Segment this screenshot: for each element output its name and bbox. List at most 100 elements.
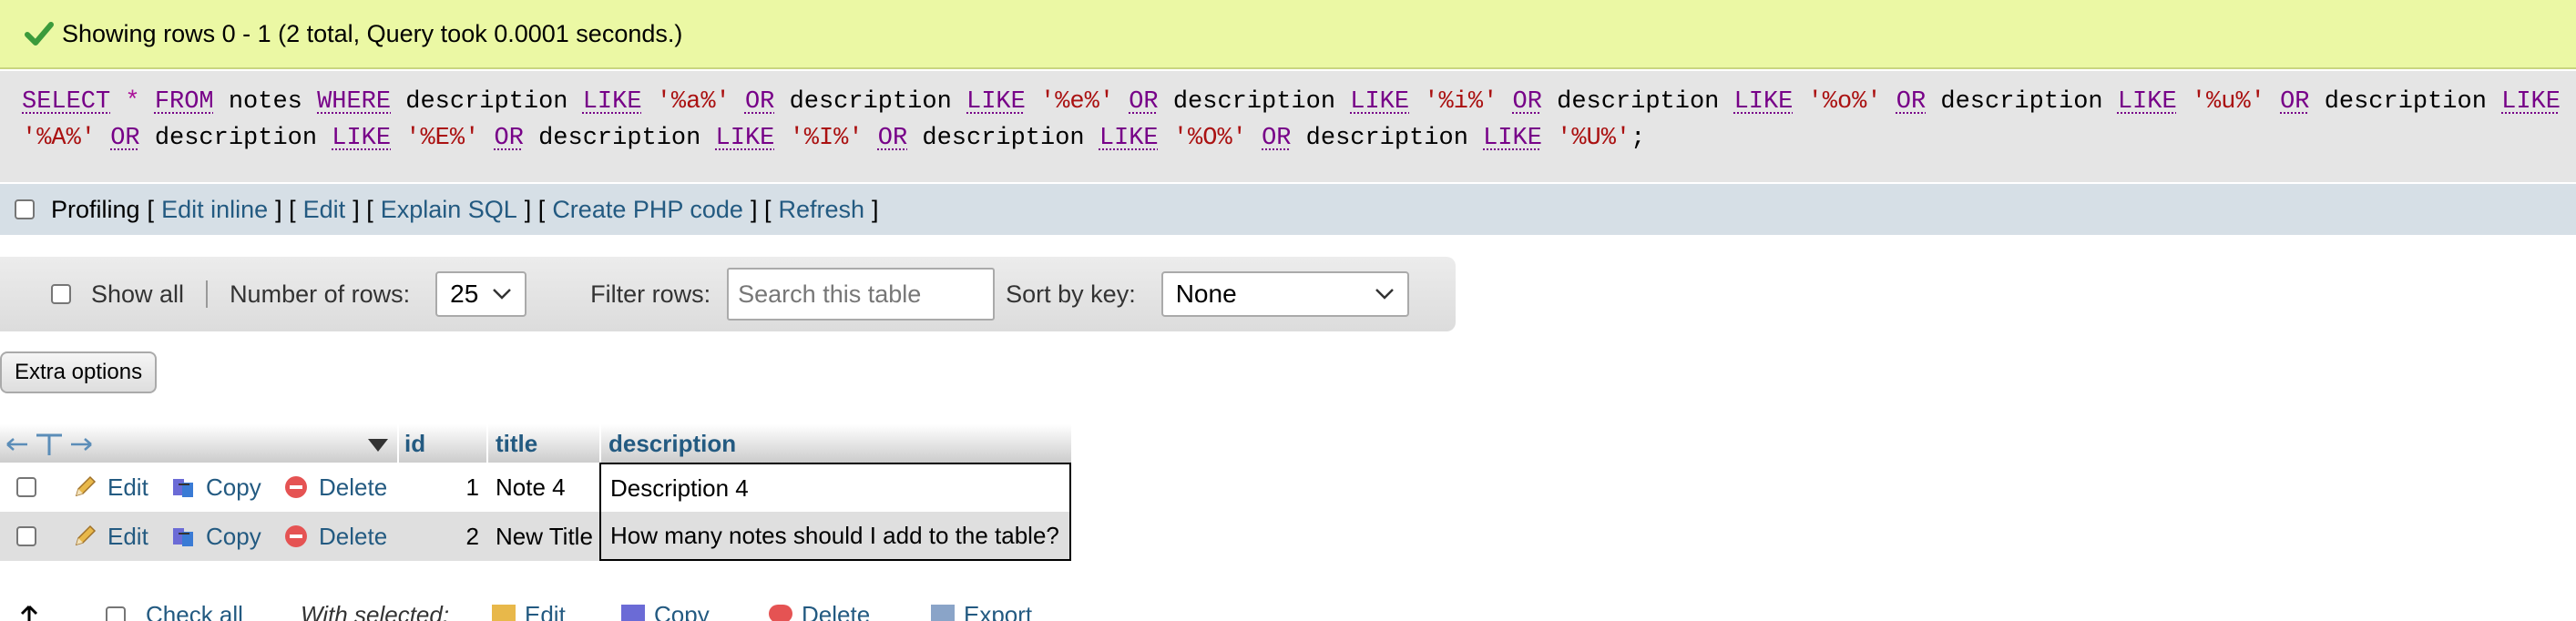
sql-token-kw[interactable]: FROM [155,88,214,116]
sql-token-ident: description [1172,88,1336,116]
sql-token-sp [1159,125,1173,152]
sql-token-sp [1542,125,1557,152]
sql-token-sp [391,125,405,152]
check-all-link[interactable]: Check all [146,601,243,621]
rows-select[interactable]: 25 [435,271,527,317]
sql-token-str: '%E%' [405,125,480,152]
sql-token-sp [2487,88,2501,116]
sql-token-sp [214,88,229,116]
bulk-export-button[interactable]: Export [931,601,1032,621]
bulk-copy-button[interactable]: Copy [621,601,710,621]
sql-token-ident: description [538,125,701,152]
filter-label: Filter rows: [590,280,711,308]
delete-link[interactable]: Delete [319,523,387,551]
sql-token-kw[interactable]: OR [110,125,139,152]
sort-select[interactable]: None [1160,271,1409,317]
sql-line-2: '%A%' OR description LIKE '%E%' OR descr… [22,120,2554,157]
copy-icon [173,528,193,546]
sql-token-sp [1498,88,1512,116]
delete-link[interactable]: Delete [319,473,387,502]
sql-token-kw[interactable]: SELECT [22,88,110,116]
row-checkbox[interactable] [16,526,36,546]
sql-token-kw[interactable]: OR [745,88,774,116]
edit-link[interactable]: Edit [107,523,148,551]
sql-token-sp [568,88,583,116]
column-toggle-arrows-icon[interactable] [5,432,93,457]
delete-action[interactable]: Delete [282,463,387,512]
sql-token-sp [391,88,405,116]
sql-token-sp [1159,88,1173,116]
sql-token-kw[interactable]: LIKE [2118,88,2177,116]
sql-token-kw[interactable]: LIKE [2501,88,2561,116]
copy-link[interactable]: Copy [206,523,261,551]
sql-token-ident: description [922,125,1085,152]
sql-token-sp [1291,125,1305,152]
refresh-link[interactable]: Refresh [778,196,864,224]
sql-token-kw[interactable]: OR [1513,88,1542,116]
sql-token-sp [1468,125,1483,152]
show-all-checkbox[interactable] [51,284,71,304]
pencil-icon [75,524,97,546]
table-navigation: Show all Number of rows: 25 Filter rows:… [0,257,1456,331]
sql-token-kw[interactable]: LIKE [716,125,775,152]
sql-token-ident: description [1305,125,1468,152]
cell-description: How many notes should I add to the table… [599,512,1071,561]
sort-value: None [1175,280,1237,308]
row-checkbox[interactable] [16,477,36,497]
sql-token-kw[interactable]: OR [495,125,524,152]
sql-token-kw[interactable]: LIKE [1483,125,1542,152]
copy-action[interactable]: Copy [169,512,261,561]
sql-token-kw[interactable]: OR [1262,125,1291,152]
sql-token-kw[interactable]: LIKE [332,125,391,152]
sql-token-sp [731,88,745,116]
check-all-checkbox[interactable] [106,606,126,621]
edit-action[interactable]: Edit [71,463,148,512]
sql-token-kw[interactable]: LIKE [1099,125,1159,152]
bulk-delete-label: Delete [802,601,871,621]
column-header-description[interactable]: description [608,430,736,458]
extra-options-button[interactable]: Extra options [0,351,158,393]
copy-link[interactable]: Copy [206,473,261,502]
sql-token-kw[interactable]: WHERE [317,88,391,116]
cell-description: Description 4 [599,463,1071,512]
sql-token-kw[interactable]: LIKE [583,88,642,116]
bulk-edit-button[interactable]: Edit [492,601,566,621]
sql-token-kw[interactable]: OR [1129,88,1158,116]
sql-token-kw[interactable]: LIKE [966,88,1026,116]
filter-input[interactable]: Search this table [727,268,996,321]
success-message-bar: Showing rows 0 - 1 (2 total, Query took … [0,0,2576,69]
sql-token-kw[interactable]: OR [2280,88,2309,116]
sql-token-str: '%u%' [2191,88,2265,116]
column-header-id[interactable]: id [404,430,425,458]
column-header-title[interactable]: title [496,430,537,458]
sql-token-sp [700,125,715,152]
sql-token-kw[interactable]: LIKE [1734,88,1794,116]
delete-action[interactable]: Delete [282,512,387,561]
create-php-code-link[interactable]: Create PHP code [552,196,743,224]
sql-token-sp [1719,88,1733,116]
bulk-delete-button[interactable]: Delete [769,601,870,621]
sql-token-ident: description [789,88,952,116]
edit-link[interactable]: Edit [107,473,148,502]
rows-label: Number of rows: [230,280,411,308]
edit-link[interactable]: Edit [303,196,346,224]
copy-action[interactable]: Copy [169,463,261,512]
explain-sql-link[interactable]: Explain SQL [381,196,517,224]
sql-token-ident: description [2324,88,2487,116]
sql-token-kw[interactable]: OR [878,125,907,152]
sql-token-sp [1882,88,1896,116]
sql-token-sp [774,88,789,116]
sql-token-kw[interactable]: OR [1896,88,1926,116]
edit-inline-link[interactable]: Edit inline [161,196,268,224]
copy-icon [173,479,193,497]
sql-token-sp [2265,88,2280,116]
sql-token-str: '%o%' [1807,88,1882,116]
profiling-checkbox[interactable] [15,199,35,219]
sql-token-sp [110,88,125,116]
sql-token-sp [642,88,657,116]
chevron-down-icon [493,289,512,300]
sql-token-sp [1114,88,1129,116]
edit-action[interactable]: Edit [71,512,148,561]
sql-token-kw[interactable]: LIKE [1350,88,1409,116]
sort-triangle-icon[interactable] [366,437,390,453]
